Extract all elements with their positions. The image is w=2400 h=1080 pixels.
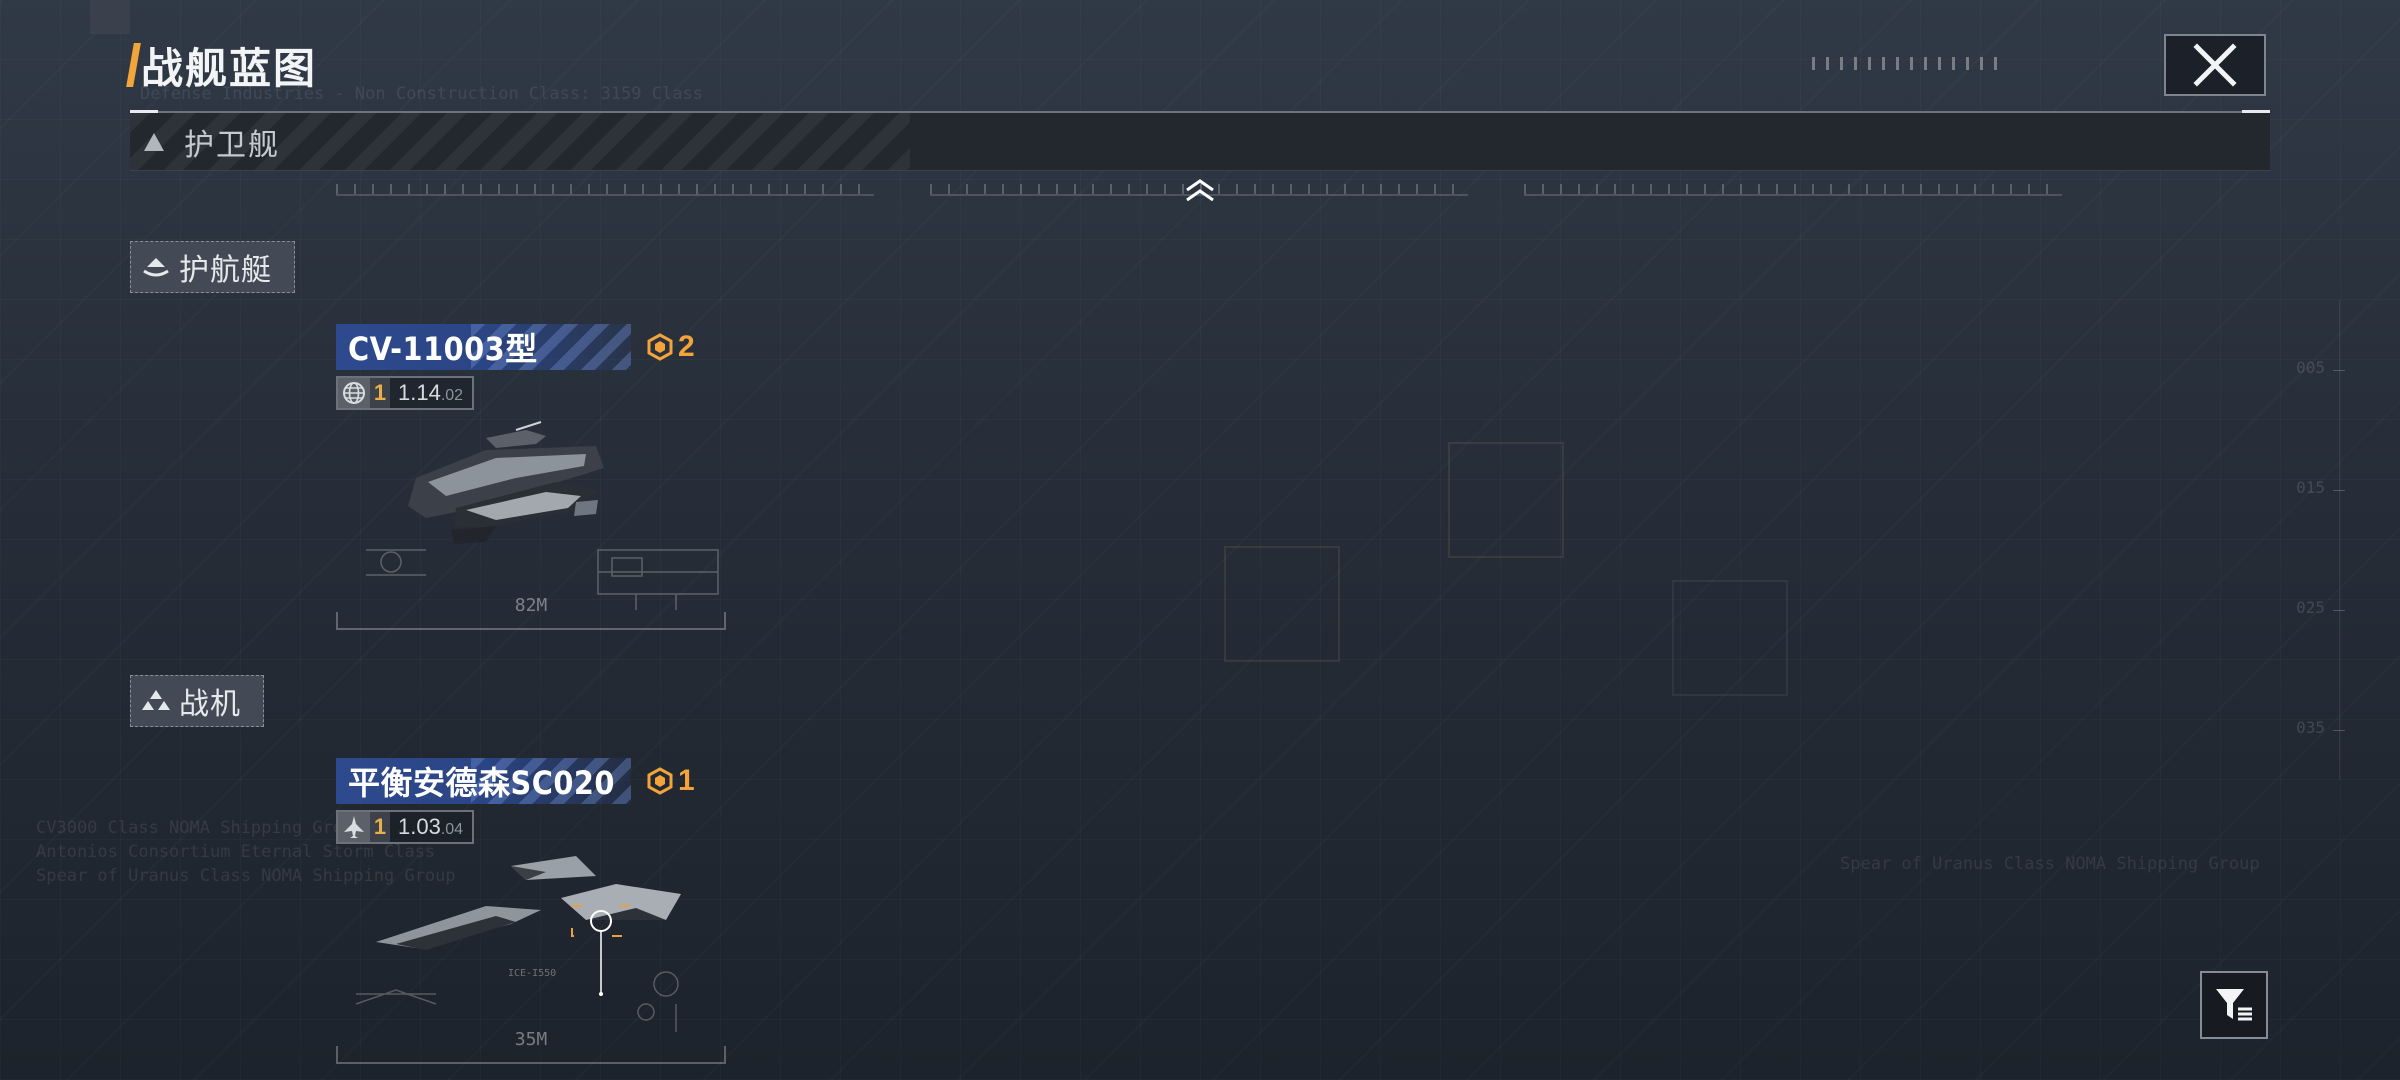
ship-name: 平衡安德森SC020 (348, 764, 615, 802)
ship-name: CV-11003型 (348, 330, 538, 368)
ship-tier: 1 (370, 378, 390, 408)
blueprint-count: 1 (678, 764, 695, 797)
escort-boat-icon (143, 258, 169, 277)
ship-name-ribbon: 平衡安德森SC020 (336, 758, 631, 804)
bg-ghost-text: Spear of Uranus Class NOMA Shipping Grou… (1840, 854, 2260, 874)
ship-card-cv11003[interactable]: CV-11003型 2 1 1.14.02 82M (336, 324, 726, 630)
ship-tier: 1 (370, 812, 390, 842)
title-accent-bar (126, 43, 141, 87)
ship-illustration: ICE-I550 35M (336, 844, 726, 1064)
deco-frame (1224, 546, 1340, 662)
ship-scale-bar (336, 1046, 726, 1064)
ship-scale-bar (336, 612, 726, 630)
collapse-button[interactable] (1180, 176, 1220, 206)
blueprint-badge-icon (647, 767, 673, 795)
page-title: 战舰蓝图 (141, 44, 318, 92)
category-header-frigate[interactable]: 护卫舰 (130, 113, 2270, 171)
fighter-icon (142, 690, 170, 710)
right-scale: 005 015 025 035 (2279, 300, 2345, 780)
deco-frame (1672, 580, 1788, 696)
ruler-decoration (1524, 178, 2062, 196)
category-label: 护卫舰 (184, 128, 280, 162)
corner-marker (90, 0, 130, 34)
ship-name-ribbon: CV-11003型 (336, 324, 631, 370)
ship-stats: 1 1.03.04 (336, 810, 474, 844)
blueprint-badge-icon (647, 333, 673, 361)
ship-card-sc020[interactable]: 平衡安德森SC020 1 1 1.03.04 ICE-I550 35M (336, 758, 726, 1064)
blueprint-count: 2 (678, 330, 695, 363)
triangle-up-icon (144, 132, 164, 151)
deco-frame (1448, 442, 1564, 558)
ruler-decoration (336, 178, 874, 196)
jet-icon (338, 812, 370, 842)
header-tick-decoration (1812, 57, 1997, 70)
filter-button[interactable] (2200, 971, 2268, 1039)
title-area: 战舰蓝图 (126, 40, 317, 92)
chevron-up-icon (1186, 179, 1214, 202)
ship-stats: 1 1.14.02 (336, 376, 474, 410)
subcategory-label: 战机 (179, 688, 241, 721)
ship-illustration: 82M (336, 410, 726, 630)
blueprint-count-badge: 1 (646, 764, 695, 798)
ship-version: 1.14.02 (398, 380, 464, 405)
globe-icon (338, 378, 370, 408)
filter-icon (2216, 989, 2252, 1021)
close-button[interactable] (2164, 34, 2266, 96)
subcategory-tag-fighter[interactable]: 战机 (130, 675, 264, 727)
blueprint-count-badge: 2 (646, 330, 695, 364)
close-icon (2193, 43, 2237, 87)
subcategory-label: 护航艇 (179, 254, 272, 287)
subcategory-tag-escort-boat[interactable]: 护航艇 (130, 241, 295, 293)
ship-version: 1.03.04 (398, 814, 464, 839)
svg-text:ICE-I550: ICE-I550 (508, 968, 556, 979)
